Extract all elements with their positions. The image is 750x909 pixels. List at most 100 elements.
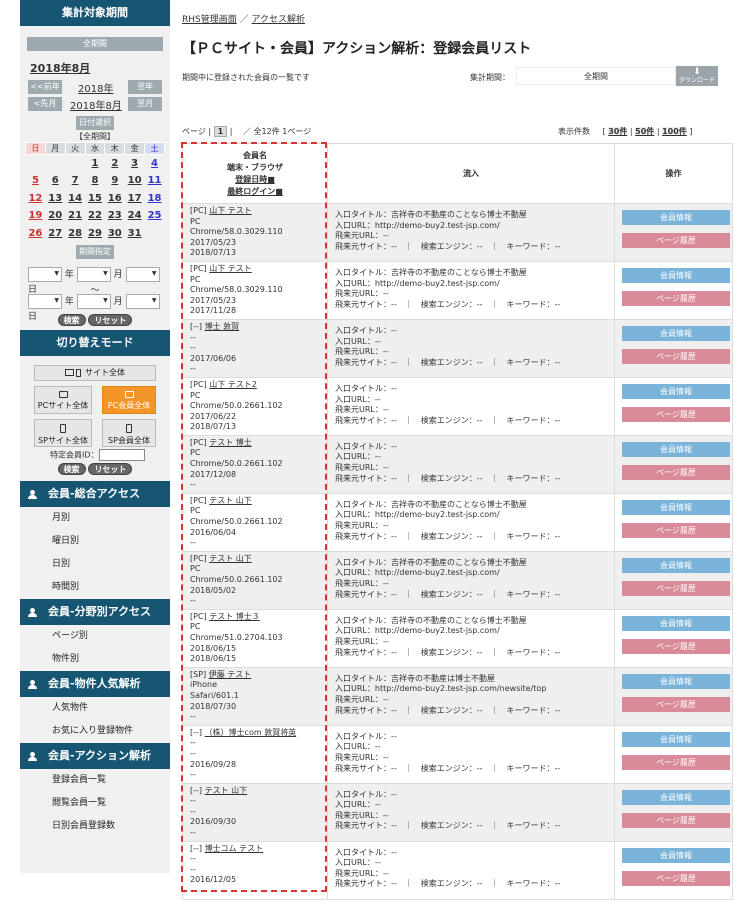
member-name-link[interactable]: 山下 テスト: [209, 206, 252, 215]
prev-month-button[interactable]: <先月: [28, 97, 62, 111]
pager-current-page[interactable]: 1: [213, 126, 228, 137]
calendar-day[interactable]: 15: [85, 190, 105, 208]
calendar-day[interactable]: 2: [105, 155, 125, 173]
member-info-button[interactable]: 会員情報: [622, 615, 730, 631]
calendar-day[interactable]: 29: [85, 225, 105, 243]
calendar-day[interactable]: 1: [85, 155, 105, 173]
calendar-day[interactable]: 6: [45, 172, 65, 190]
member-name-link[interactable]: 博士 敦賀: [205, 322, 240, 331]
calendar-day[interactable]: 11: [145, 172, 165, 190]
member-info-button[interactable]: 会員情報: [622, 210, 730, 225]
sidebar-item[interactable]: お気に入り登録物件: [20, 720, 170, 743]
member-info-button[interactable]: 会員情報: [622, 847, 730, 863]
download-button[interactable]: ⬇ ダウンロード: [676, 66, 718, 86]
next-year-button[interactable]: 翌年: [128, 80, 162, 94]
member-search-button[interactable]: 検索: [57, 463, 86, 475]
member-info-button[interactable]: 会員情報: [622, 499, 730, 515]
breadcrumb-current[interactable]: アクセス解析: [252, 15, 306, 25]
member-name-link[interactable]: （株）博士com 敦賀将英: [205, 728, 297, 737]
per-page-50[interactable]: 50件: [635, 127, 655, 136]
calendar-day[interactable]: 9: [105, 172, 125, 190]
to-year-select[interactable]: [28, 294, 62, 309]
member-info-button[interactable]: 会員情報: [622, 673, 730, 689]
calendar-day[interactable]: 19: [26, 207, 46, 225]
calendar-day[interactable]: 5: [26, 172, 46, 190]
from-month-select[interactable]: [76, 267, 111, 282]
member-name-link[interactable]: 山下 テスト: [209, 264, 252, 273]
member-name-link[interactable]: 伊藤 テスト: [209, 670, 252, 679]
member-name-link[interactable]: テスト 山下: [209, 496, 252, 505]
sidebar-item[interactable]: 曜日別: [20, 530, 170, 553]
pc-site-all-button[interactable]: PCサイト全体: [34, 386, 92, 414]
calendar-day[interactable]: 28: [65, 225, 85, 243]
calendar-day[interactable]: 4: [145, 155, 165, 173]
next-month-button[interactable]: 翌月: [128, 97, 162, 111]
calendar-day[interactable]: 13: [45, 190, 65, 208]
member-info-button[interactable]: 会員情報: [622, 441, 730, 457]
sidebar-item[interactable]: 人気物件: [20, 697, 170, 720]
member-info-button[interactable]: 会員情報: [622, 325, 730, 341]
sp-member-all-button[interactable]: SP会員全体: [102, 419, 156, 447]
sidebar-item[interactable]: ページ別: [20, 625, 170, 648]
calendar-day[interactable]: 18: [145, 190, 165, 208]
sidebar-item[interactable]: 日別会員登録数: [20, 815, 170, 838]
member-name-link[interactable]: 山下 テスト2: [209, 380, 257, 389]
year-link[interactable]: 2018年: [78, 80, 113, 95]
member-reset-button[interactable]: リセット: [88, 463, 133, 475]
sort-registered-link[interactable]: 登録日時■: [183, 174, 327, 186]
member-info-button[interactable]: 会員情報: [622, 731, 730, 747]
page-history-button[interactable]: ページ履歴: [622, 754, 730, 770]
calendar-day[interactable]: 23: [105, 207, 125, 225]
member-info-button[interactable]: 会員情報: [622, 789, 730, 805]
page-history-button[interactable]: ページ履歴: [622, 290, 730, 306]
calendar-day[interactable]: 26: [26, 225, 46, 243]
calendar-day[interactable]: 20: [45, 207, 65, 225]
page-history-button[interactable]: ページ履歴: [622, 812, 730, 828]
page-history-button[interactable]: ページ履歴: [622, 348, 730, 364]
sidebar-item[interactable]: 時間別: [20, 576, 170, 599]
calendar-day[interactable]: 27: [45, 225, 65, 243]
current-year-month[interactable]: 2018年8月: [20, 51, 170, 76]
calendar-day[interactable]: 10: [125, 172, 145, 190]
calendar-day[interactable]: 12: [26, 190, 46, 208]
month-link[interactable]: 2018年8月: [70, 97, 122, 112]
calendar-day[interactable]: 17: [125, 190, 145, 208]
per-page-100[interactable]: 100件: [662, 127, 687, 136]
sort-last-login-link[interactable]: 最終ログイン■: [183, 186, 327, 198]
calendar-day[interactable]: 21: [65, 207, 85, 225]
sidebar-item[interactable]: 物件別: [20, 648, 170, 671]
page-history-button[interactable]: ページ履歴: [622, 464, 730, 480]
pc-member-all-button[interactable]: PC会員全体: [102, 386, 156, 414]
site-all-button[interactable]: サイト全体: [34, 365, 156, 381]
sp-site-all-button[interactable]: SPサイト全体: [34, 419, 92, 447]
calendar-day[interactable]: 7: [65, 172, 85, 190]
calendar-day[interactable]: 24: [125, 207, 145, 225]
page-history-button[interactable]: ページ履歴: [622, 638, 730, 654]
reset-button[interactable]: リセット: [88, 314, 133, 326]
page-history-button[interactable]: ページ履歴: [622, 406, 730, 422]
calendar-day[interactable]: 16: [105, 190, 125, 208]
calendar-day[interactable]: 31: [125, 225, 145, 243]
member-info-button[interactable]: 会員情報: [622, 267, 730, 283]
calendar-day[interactable]: 30: [105, 225, 125, 243]
page-history-button[interactable]: ページ履歴: [622, 233, 730, 248]
member-info-button[interactable]: 会員情報: [622, 557, 730, 573]
from-year-select[interactable]: [28, 267, 62, 282]
member-name-link[interactable]: テスト 山下: [209, 554, 252, 563]
search-button[interactable]: 検索: [57, 314, 86, 326]
calendar-day[interactable]: 3: [125, 155, 145, 173]
sidebar-item[interactable]: 日別: [20, 553, 170, 576]
member-info-button[interactable]: 会員情報: [622, 383, 730, 399]
member-name-link[interactable]: テスト 山下: [205, 786, 248, 795]
prev-year-button[interactable]: <<前年: [28, 80, 62, 94]
page-history-button[interactable]: ページ履歴: [622, 522, 730, 538]
sidebar-item[interactable]: 登録会員一覧: [20, 769, 170, 792]
from-day-select[interactable]: [125, 267, 160, 282]
calendar-day[interactable]: 8: [85, 172, 105, 190]
breadcrumb-home[interactable]: RHS管理画面: [182, 15, 237, 25]
to-day-select[interactable]: [125, 294, 160, 309]
member-name-link[interactable]: テスト 博士: [209, 438, 252, 447]
calendar-day[interactable]: 22: [85, 207, 105, 225]
member-name-link[interactable]: テスト 博士３: [209, 612, 260, 621]
all-period-button[interactable]: 全期間: [27, 37, 163, 51]
